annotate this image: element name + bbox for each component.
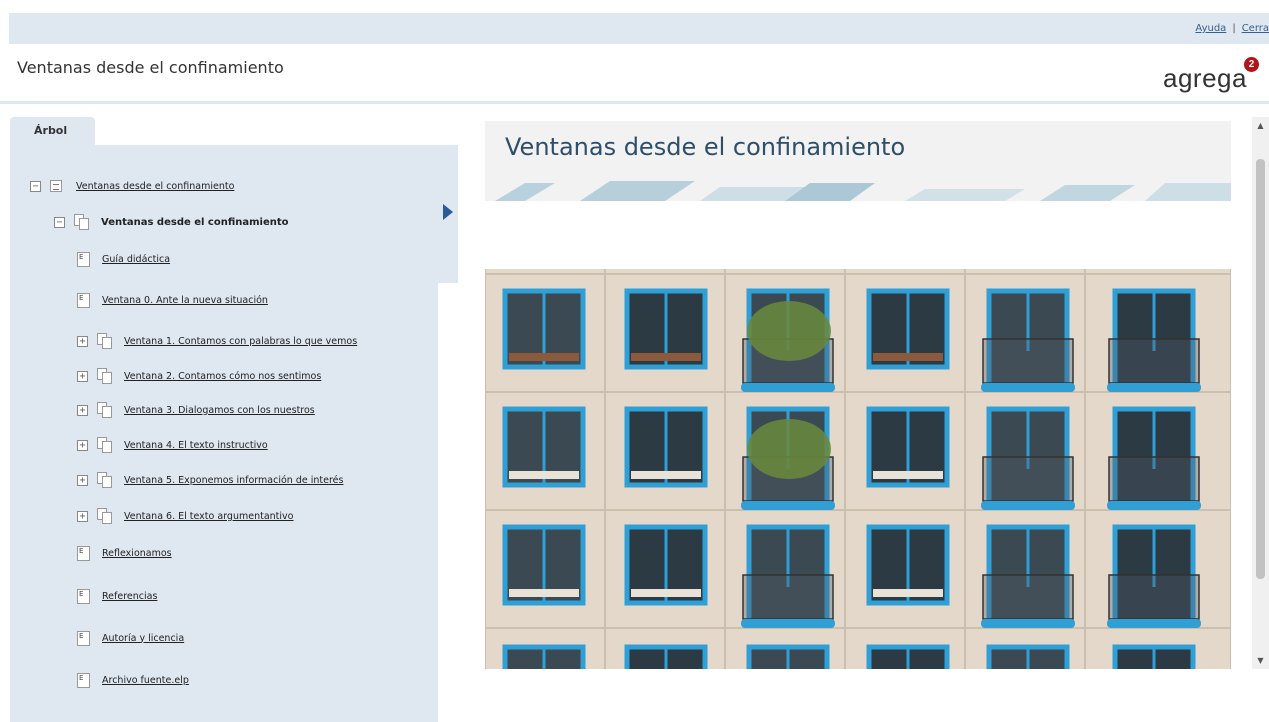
window <box>866 644 950 669</box>
collapse-arrow-icon[interactable] <box>443 204 453 220</box>
building-windows-photo <box>485 269 1231 669</box>
document-icon: E <box>77 292 90 308</box>
window <box>502 524 586 606</box>
balcony <box>741 288 835 392</box>
banner-stripes <box>495 181 1231 201</box>
tree-item-row[interactable]: + Ventana 2. Contamos cómo nos sentimos <box>77 366 321 386</box>
tree-root-row[interactable]: − Ventanas desde el confinamiento <box>30 176 234 196</box>
vertical-scrollbar[interactable]: ▲ ▼ <box>1252 117 1269 669</box>
tree-item-row[interactable]: E Reflexionamos <box>77 543 172 563</box>
tree-item-row[interactable]: E Guía didáctica <box>77 249 170 269</box>
tree-item-label[interactable]: Reflexionamos <box>102 548 172 559</box>
pages-icon <box>74 214 90 230</box>
tree-item-label[interactable]: Guía didáctica <box>102 254 170 265</box>
document-icon: E <box>77 630 90 646</box>
logo-text: agrega <box>1163 63 1247 93</box>
tree-item-label[interactable]: Ventana 1. Contamos con palabras lo que … <box>124 336 357 347</box>
pages-icon <box>97 508 113 524</box>
document-icon: E <box>77 251 90 267</box>
scroll-down-icon[interactable]: ▼ <box>1252 652 1269 669</box>
package-icon <box>50 180 62 192</box>
tree-item-label[interactable]: Ventana 2. Contamos cómo nos sentimos <box>124 371 321 382</box>
balcony <box>981 524 1075 628</box>
collapse-toggle-icon[interactable]: − <box>54 216 65 228</box>
tree-item-label[interactable]: Ventana 0. Ante la nueva situación <box>102 295 268 306</box>
balcony <box>741 406 835 510</box>
top-bar: Ayuda | Cerra <box>9 13 1269 44</box>
page-header: Ventanas desde el confinamiento agrega 2 <box>0 44 1269 104</box>
expand-toggle-icon[interactable]: + <box>77 510 88 522</box>
balcony <box>981 406 1075 510</box>
document-icon: E <box>77 588 90 604</box>
expand-toggle-icon[interactable]: + <box>77 335 88 347</box>
tree-item-row[interactable]: E Autoría y licencia <box>77 628 184 648</box>
content-banner: Ventanas desde el confinamiento <box>485 121 1231 201</box>
collapse-toggle-icon[interactable]: − <box>30 180 41 192</box>
tree-item-row[interactable]: E Ventana 0. Ante la nueva situación <box>77 290 268 310</box>
content-heading: Ventanas desde el confinamiento <box>505 133 906 161</box>
tree-item-label[interactable]: Ventana 6. El texto argumentantivo <box>124 511 293 522</box>
pages-icon <box>97 472 113 488</box>
pages-icon <box>97 333 113 349</box>
expand-toggle-icon[interactable]: + <box>77 474 88 486</box>
expand-toggle-icon[interactable]: + <box>77 439 88 451</box>
pages-icon <box>97 437 113 453</box>
tree-section-row[interactable]: − Ventanas desde el confinamiento <box>54 212 289 232</box>
tree-root-label[interactable]: Ventanas desde el confinamiento <box>76 181 234 192</box>
scrollbar-thumb[interactable] <box>1256 159 1265 579</box>
tree-item-row[interactable]: E Referencias <box>77 586 157 606</box>
document-icon: E <box>77 545 90 561</box>
tree-item-label[interactable]: Ventana 3. Dialogamos con los nuestros <box>124 405 315 416</box>
window <box>502 288 586 370</box>
expand-toggle-icon[interactable]: + <box>77 404 88 416</box>
tree-item-label[interactable]: Archivo fuente.elp <box>102 675 189 686</box>
tree-section-label[interactable]: Ventanas desde el confinamiento <box>101 217 289 228</box>
window <box>866 524 950 606</box>
balcony <box>1112 644 1196 669</box>
tree-item-row[interactable]: + Ventana 1. Contamos con palabras lo que… <box>77 331 357 351</box>
document-icon: E <box>77 672 90 688</box>
window <box>624 406 708 488</box>
window <box>624 644 708 669</box>
pages-icon <box>97 402 113 418</box>
balcony <box>986 644 1070 669</box>
logo-badge: 2 <box>1243 57 1259 72</box>
top-links-separator: | <box>1232 23 1236 34</box>
window <box>502 644 586 669</box>
expand-toggle-icon[interactable]: + <box>77 370 88 382</box>
tree-item-row[interactable]: + Ventana 6. El texto argumentantivo <box>77 506 293 526</box>
top-links: Ayuda | Cerra <box>1195 23 1269 34</box>
window <box>866 288 950 370</box>
balcony <box>746 644 830 669</box>
window <box>502 406 586 488</box>
pages-icon <box>97 368 113 384</box>
scroll-up-icon[interactable]: ▲ <box>1252 117 1269 134</box>
tree-item-row[interactable]: + Ventana 5. Exponemos información de int… <box>77 470 343 490</box>
tree-item-row[interactable]: E Archivo fuente.elp <box>77 670 189 690</box>
tree-item-label[interactable]: Referencias <box>102 591 157 602</box>
page-title: Ventanas desde el confinamiento <box>17 58 284 77</box>
tree-item-label[interactable]: Ventana 5. Exponemos información de inte… <box>124 475 343 486</box>
tab-label: Árbol <box>34 124 68 137</box>
tree-item-row[interactable]: + Ventana 4. El texto instructivo <box>77 435 268 455</box>
window <box>866 406 950 488</box>
balcony <box>1107 288 1201 392</box>
tab-arbol[interactable]: Árbol <box>10 117 95 147</box>
window <box>624 524 708 606</box>
balcony <box>1107 524 1201 628</box>
balcony <box>1107 406 1201 510</box>
close-link[interactable]: Cerra <box>1242 23 1269 34</box>
window <box>624 288 708 370</box>
tree-item-row[interactable]: + Ventana 3. Dialogamos con los nuestros <box>77 400 315 420</box>
agrega-logo[interactable]: agrega 2 <box>1163 57 1259 94</box>
tree-item-label[interactable]: Autoría y licencia <box>102 633 184 644</box>
help-link[interactable]: Ayuda <box>1195 23 1226 34</box>
tree-item-label[interactable]: Ventana 4. El texto instructivo <box>124 440 268 451</box>
balcony <box>981 288 1075 392</box>
balcony <box>741 524 835 628</box>
